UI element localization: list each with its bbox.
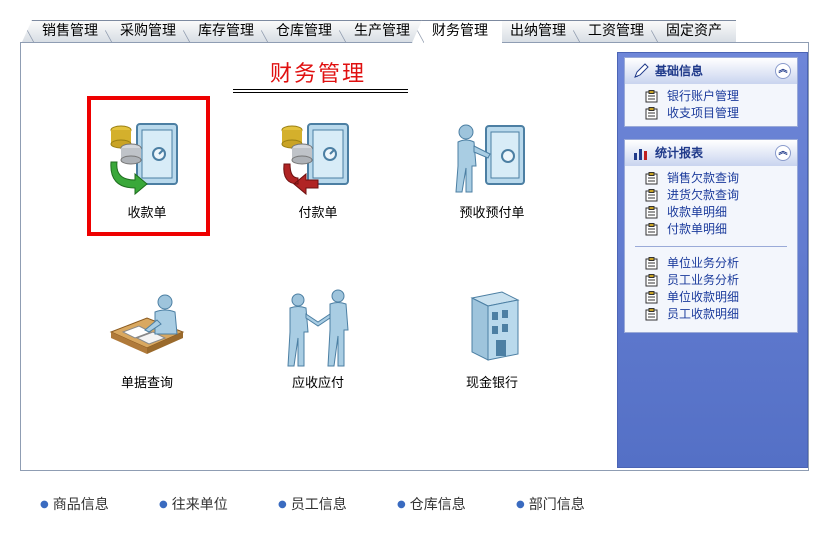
nav-contact-units[interactable]: ● 往来单位 <box>159 494 228 514</box>
link-receipt-details[interactable]: 收款单明细 <box>645 204 797 221</box>
document-query-label: 单据查询 <box>120 376 173 391</box>
reports-links: 销售欠款查询 进货欠款查询 收款单明细 付款单明细 单位业务分析 员工业务分析 … <box>625 166 797 327</box>
reports-title: 统计报表 <box>655 146 704 160</box>
bullet-icon: ● <box>278 499 287 510</box>
tab-purchase[interactable]: 采购管理 <box>100 20 190 42</box>
payment-voucher-label: 付款单 <box>298 206 338 221</box>
collapse-icon[interactable]: ︽ <box>775 63 791 79</box>
document-query-item[interactable]: 单据查询 <box>82 288 212 391</box>
clipboard-icon <box>645 107 658 120</box>
bank-building-icon <box>470 291 520 361</box>
payment-voucher-item[interactable]: 付款单 <box>253 118 383 221</box>
clipboard-icon <box>645 291 658 304</box>
clipboard-icon <box>645 308 658 321</box>
reports-header[interactable]: 统计报表 ︽ <box>625 140 797 166</box>
nav-department-info[interactable]: ● 部门信息 <box>516 494 585 514</box>
clipboard-icon <box>645 206 658 219</box>
divider <box>635 246 787 247</box>
clipboard-icon <box>645 223 658 236</box>
bullet-icon: ● <box>40 499 49 510</box>
basic-info-links: 银行账户管理 收支项目管理 <box>625 84 797 126</box>
tab-inventory[interactable]: 库存管理 <box>178 20 268 42</box>
page-title: 财务管理 <box>270 62 367 87</box>
basic-info-title: 基础信息 <box>655 64 704 78</box>
clipboard-icon <box>645 189 658 202</box>
nav-staff-info[interactable]: ● 员工信息 <box>278 494 347 514</box>
nav-warehouse-info[interactable]: ● 仓库信息 <box>397 494 466 514</box>
bullet-icon: ● <box>397 499 406 510</box>
cash-bank-label: 现金银行 <box>465 376 518 391</box>
tab-sales[interactable]: 销售管理 <box>22 20 112 42</box>
safe-coins-pay-icon <box>281 123 349 196</box>
tab-payroll[interactable]: 工资管理 <box>568 20 658 42</box>
advance-voucher-label: 预收预付单 <box>459 206 525 221</box>
handshake-icon <box>287 289 349 367</box>
link-staff-receipt-details[interactable]: 员工收款明细 <box>645 306 797 323</box>
module-tabs: 销售管理 采购管理 库存管理 仓库管理 生产管理 财务管理 出纳管理 工资管理 … <box>22 20 736 43</box>
clipboard-icon <box>645 172 658 185</box>
basic-info-box: 基础信息 ︽ 银行账户管理 收支项目管理 <box>624 57 798 127</box>
link-income-expense-items[interactable]: 收支项目管理 <box>645 105 797 122</box>
clipboard-icon <box>645 90 658 103</box>
advance-voucher-item[interactable]: 预收预付单 <box>427 118 557 221</box>
bullet-icon: ● <box>159 499 168 510</box>
nav-product-info[interactable]: ● 商品信息 <box>40 494 109 514</box>
link-bank-accounts[interactable]: 银行账户管理 <box>645 88 797 105</box>
tab-fixed-assets[interactable]: 固定资产 <box>646 20 736 42</box>
tab-production[interactable]: 生产管理 <box>334 20 424 42</box>
link-staff-business-analysis[interactable]: 员工业务分析 <box>645 272 797 289</box>
tab-finance[interactable]: 财务管理 <box>412 20 502 43</box>
person-desk-documents-icon <box>109 294 185 354</box>
bar-chart-icon <box>634 149 647 160</box>
tab-warehouse[interactable]: 仓库管理 <box>256 20 346 42</box>
receivables-payables-label: 应收应付 <box>291 376 344 391</box>
pen-icon <box>634 63 649 78</box>
person-safe-icon <box>455 124 525 193</box>
link-unit-receipt-details[interactable]: 单位收款明细 <box>645 289 797 306</box>
title-underline-2 <box>233 92 408 93</box>
title-underline <box>233 89 408 90</box>
cash-bank-item[interactable]: 现金银行 <box>427 288 557 391</box>
receivables-payables-item[interactable]: 应收应付 <box>253 288 383 391</box>
link-sales-arrears[interactable]: 销售欠款查询 <box>645 170 797 187</box>
link-payment-details[interactable]: 付款单明细 <box>645 221 797 238</box>
side-panel: 基础信息 ︽ 银行账户管理 收支项目管理 统计报表 ︽ 销售欠款查询 进货欠款查… <box>617 52 808 468</box>
clipboard-icon <box>645 257 658 270</box>
reports-box: 统计报表 ︽ 销售欠款查询 进货欠款查询 收款单明细 付款单明细 单位业务分析 … <box>624 139 798 333</box>
basic-info-header[interactable]: 基础信息 ︽ <box>625 58 797 84</box>
bullet-icon: ● <box>516 499 525 510</box>
clipboard-icon <box>645 274 658 287</box>
link-unit-business-analysis[interactable]: 单位业务分析 <box>645 255 797 272</box>
tab-cashier[interactable]: 出纳管理 <box>490 20 580 42</box>
link-purchase-arrears[interactable]: 进货欠款查询 <box>645 187 797 204</box>
collapse-icon[interactable]: ︽ <box>775 145 791 161</box>
selection-highlight <box>87 96 210 236</box>
